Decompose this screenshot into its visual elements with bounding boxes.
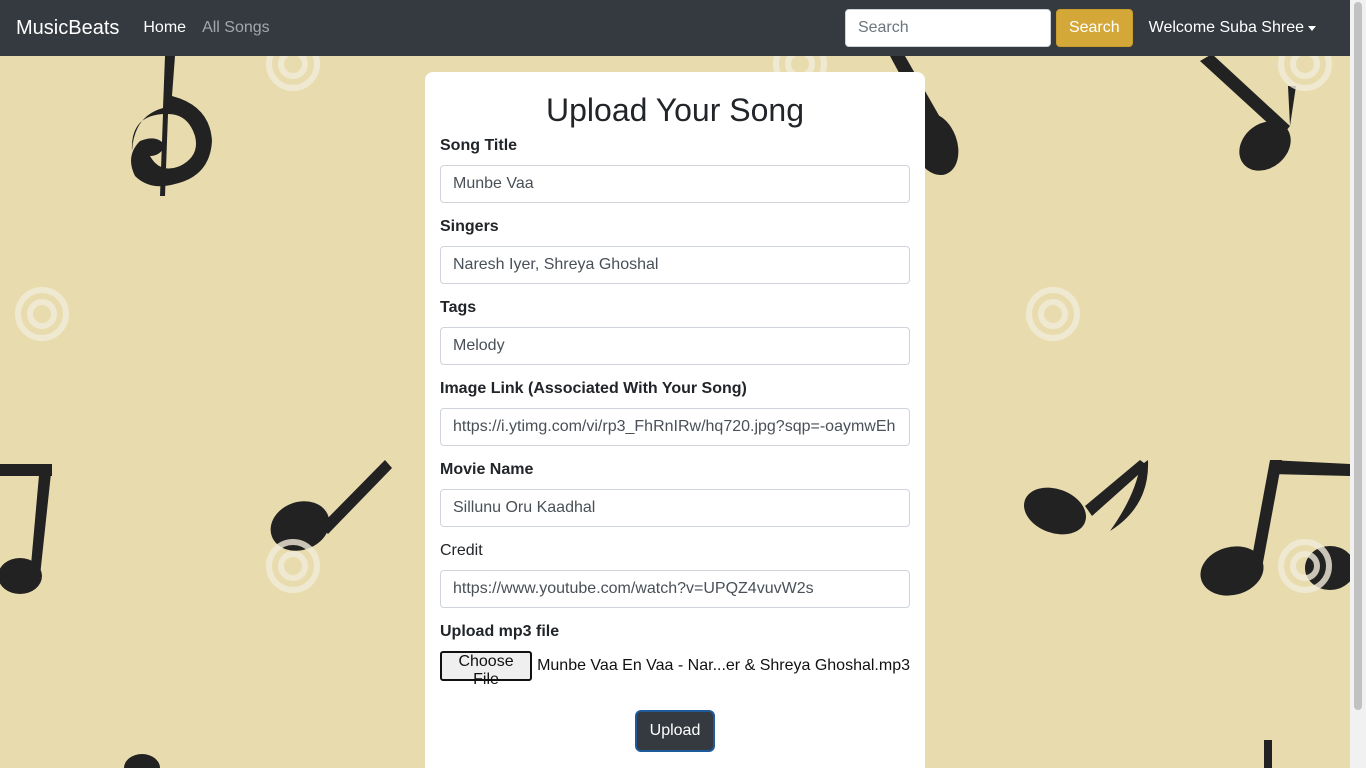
treble-clef-icon (131, 56, 212, 196)
song-title-group: Song Title (440, 136, 910, 203)
user-dropdown[interactable]: Welcome Suba Shree (1149, 19, 1316, 37)
brand-logo[interactable]: MusicBeats (16, 17, 119, 40)
eighth-note-icon (0, 464, 52, 594)
tags-group: Tags (440, 298, 910, 365)
top-navbar: MusicBeats Home All Songs Search Welcome… (0, 0, 1350, 56)
nav-link-home[interactable]: Home (143, 19, 186, 37)
user-dropdown-label: Welcome Suba Shree (1148, 19, 1304, 36)
song-title-label: Song Title (440, 137, 518, 154)
search-button[interactable]: Search (1055, 9, 1133, 47)
page-title: Upload Your Song (546, 92, 804, 128)
credit-group: Credit (440, 541, 910, 608)
upload-button[interactable]: Upload (636, 712, 714, 750)
singers-label: Singers (440, 218, 499, 235)
singers-group: Singers (440, 217, 910, 284)
image-link-group: Image Link (Associated With Your Song) (440, 379, 910, 446)
movie-name-group: Movie Name (440, 460, 910, 527)
scrollbar-thumb[interactable] (1354, 2, 1362, 710)
caret-down-icon (1308, 25, 1316, 31)
song-title-input[interactable] (440, 165, 910, 203)
tags-label: Tags (440, 299, 477, 316)
credit-input[interactable] (440, 570, 910, 608)
search-input[interactable] (844, 9, 1051, 47)
selected-file-name: Munbe Vaa En Vaa - Nar...er & Shreya Gho… (537, 657, 910, 674)
file-upload-label: Upload mp3 file (440, 623, 560, 640)
page-scrollbar[interactable] (1350, 0, 1366, 768)
tags-input[interactable] (440, 327, 910, 365)
movie-name-label: Movie Name (440, 461, 534, 478)
choose-file-button[interactable]: Choose File (440, 651, 533, 688)
credit-label: Credit (440, 542, 483, 559)
singers-input[interactable] (440, 246, 910, 284)
movie-name-input[interactable] (440, 489, 910, 527)
file-input: Choose File Munbe Vaa En Vaa - Nar...er … (440, 651, 910, 688)
beamed-notes-icon (1024, 460, 1149, 535)
image-link-input[interactable] (440, 408, 910, 446)
image-link-label: Image Link (Associated With Your Song) (440, 380, 747, 397)
upload-song-card: Upload Your Song Song Title Singers Tags… (425, 72, 925, 768)
file-upload-group: Upload mp3 file Choose File Munbe Vaa En… (440, 622, 910, 688)
nav-link-all-songs[interactable]: All Songs (202, 19, 270, 37)
submit-row: Upload (440, 712, 910, 750)
